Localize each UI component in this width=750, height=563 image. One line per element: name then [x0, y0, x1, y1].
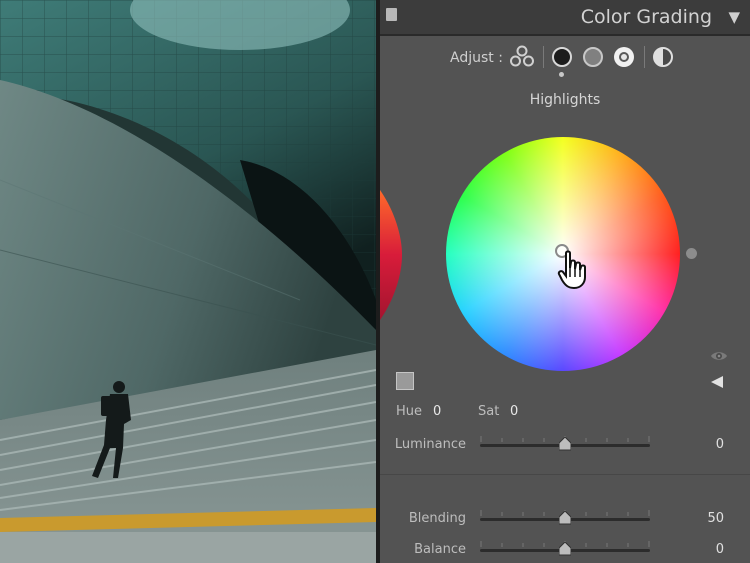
adjust-separator [543, 46, 544, 68]
luminance-slider-row: Luminance 0 [380, 434, 750, 456]
eye-icon[interactable] [710, 350, 728, 362]
blending-slider-row: Blending 50 [380, 508, 750, 530]
light-circle-icon[interactable] [614, 47, 634, 67]
adjust-mode-bar: Adjust : [380, 44, 750, 77]
photo-image [0, 0, 376, 563]
triangle-down-icon[interactable]: ▼ [728, 8, 740, 26]
three-circles-icon[interactable] [509, 45, 535, 67]
dark-circle-icon[interactable] [552, 47, 572, 67]
sat-value[interactable]: 0 [510, 404, 518, 419]
hand-cursor-icon [557, 250, 586, 290]
panel-title: Color Grading [580, 6, 712, 28]
section-separator [380, 474, 750, 475]
adjust-separator [644, 46, 645, 68]
panel-header[interactable]: Color Grading ▼ [380, 0, 750, 36]
gray-circle-icon[interactable] [583, 47, 603, 67]
active-mode-indicator [559, 72, 564, 77]
color-swatch[interactable] [396, 372, 414, 390]
luminance-thumb[interactable] [559, 437, 571, 451]
balance-thumb[interactable] [559, 542, 571, 556]
balance-slider-row: Balance 0 [380, 539, 750, 561]
wheel-hue-handle[interactable] [686, 248, 697, 259]
wheel-title: Highlights [529, 92, 601, 108]
triangle-left-icon[interactable] [711, 376, 723, 388]
blending-value[interactable]: 50 [707, 511, 724, 526]
panel-toggle-switch[interactable] [386, 8, 397, 21]
balance-label: Balance [414, 542, 466, 557]
half-circle-icon[interactable] [653, 47, 673, 67]
blending-thumb[interactable] [559, 511, 571, 525]
luminance-label: Luminance [394, 437, 466, 452]
blending-label: Blending [408, 511, 466, 526]
hue-label: Hue [396, 404, 423, 419]
balance-value[interactable]: 0 [716, 542, 724, 557]
photo-preview [0, 0, 376, 563]
hue-value[interactable]: 0 [433, 404, 441, 419]
adjust-label: Adjust : [450, 50, 503, 66]
adjacent-wheel-edge [380, 190, 402, 320]
luminance-value[interactable]: 0 [716, 437, 724, 452]
sat-label: Sat [478, 404, 500, 419]
color-grading-panel: Color Grading ▼ Adjust : Highlights Hue … [380, 0, 750, 563]
